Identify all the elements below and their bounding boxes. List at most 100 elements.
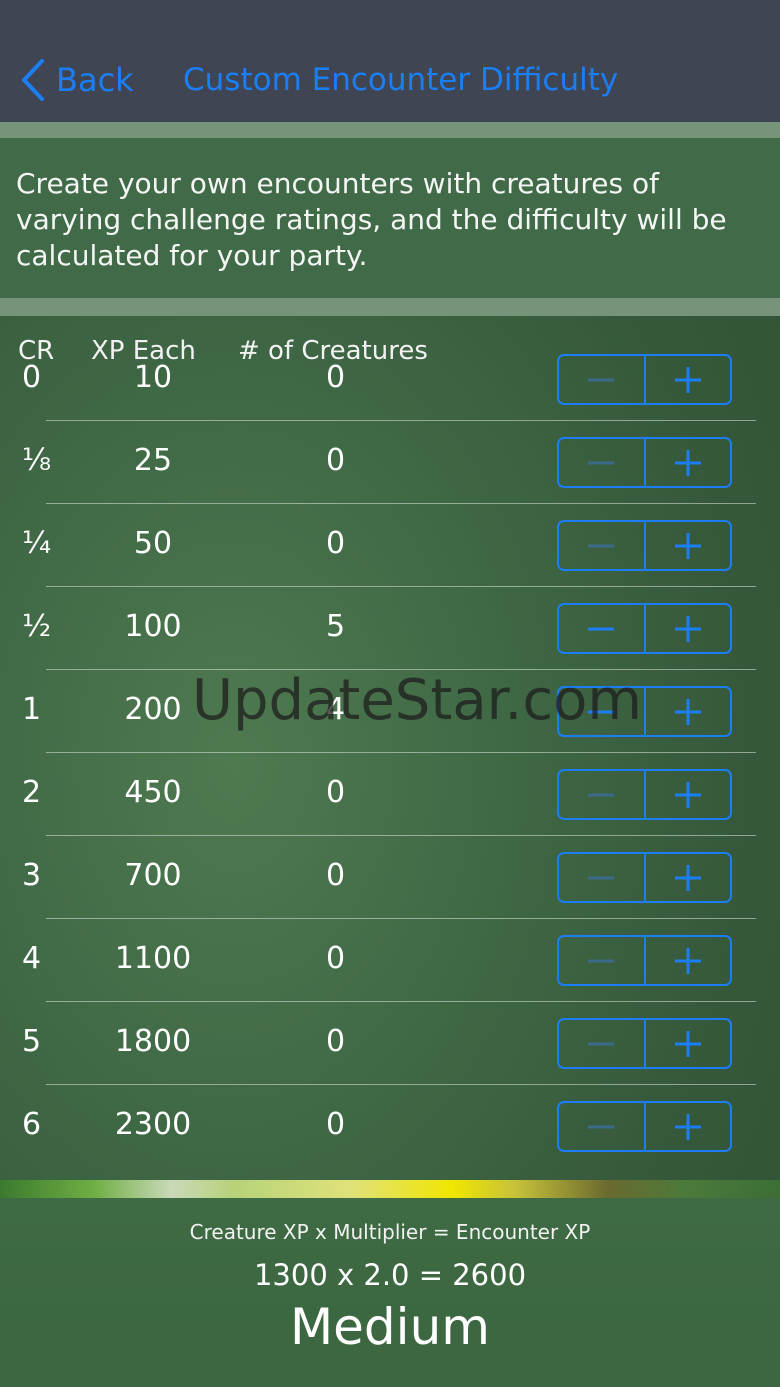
plus-icon [674,1113,701,1140]
cr-value: 6 [22,1107,42,1142]
plus-icon [674,781,701,808]
page-title: Custom Encounter Difficulty [183,62,619,98]
increment-button[interactable] [646,605,731,652]
count-stepper[interactable] [557,1018,732,1069]
minus-icon [588,876,615,879]
decrement-button[interactable] [559,937,646,984]
cr-value: 4 [22,941,42,976]
minus-icon [588,710,615,713]
minus-icon [588,793,615,796]
creature-count: 0 [326,443,346,478]
creature-list[interactable]: CR XP Each # of Creatures 0 10 0 ⅛ 25 0 ¼ 50 0 ½ 1… [0,316,780,1164]
back-button[interactable]: Back [20,55,134,105]
xp-value: 1100 [114,941,192,976]
plus-icon [674,698,701,725]
creature-count: 0 [326,360,346,395]
xp-value: 700 [124,858,182,893]
chevron-left-icon [22,59,44,101]
cr-value: ½ [22,609,52,644]
increment-button[interactable] [646,854,731,901]
increment-button[interactable] [646,522,731,569]
count-stepper[interactable] [557,520,732,571]
xp-value: 450 [124,775,182,810]
count-stepper[interactable] [557,935,732,986]
table-row: ½ 100 5 [0,587,780,670]
table-row: ¼ 50 0 [0,504,780,587]
decrement-button[interactable] [559,688,646,735]
creature-count: 4 [326,692,346,727]
plus-icon [674,615,701,642]
plus-icon [674,864,701,891]
count-stepper[interactable] [557,354,732,405]
minus-icon [588,1042,615,1045]
divider [0,298,780,316]
count-stepper[interactable] [557,1101,732,1152]
decrement-button[interactable] [559,439,646,486]
decrement-button[interactable] [559,1020,646,1067]
plus-icon [674,366,701,393]
formula-label: Creature XP x Multiplier = Encounter XP [189,1220,591,1244]
minus-icon [588,1125,615,1128]
table-row: 6 2300 0 [0,1085,780,1164]
minus-icon [588,959,615,962]
creature-count: 0 [326,775,346,810]
count-stepper[interactable] [557,437,732,488]
increment-button[interactable] [646,1020,731,1067]
xp-value: 1800 [114,1024,192,1059]
decrement-button[interactable] [559,1103,646,1150]
creature-count: 5 [326,609,346,644]
table-row: 0 10 0 [0,338,780,421]
decrement-button[interactable] [559,605,646,652]
xp-value: 100 [124,609,182,644]
minus-icon [588,544,615,547]
table-row: 5 1800 0 [0,1002,780,1085]
plus-icon [674,947,701,974]
cr-value: ⅛ [22,443,52,478]
table-row: 1 200 4 [0,670,780,753]
back-label: Back [56,61,134,99]
xp-value: 50 [133,526,173,561]
xp-calculation: 1300 x 2.0 = 2600 [253,1258,527,1292]
xp-value: 200 [124,692,182,727]
minus-icon [588,378,615,381]
increment-button[interactable] [646,937,731,984]
background-strip [0,1180,780,1200]
plus-icon [674,532,701,559]
intro-text: Create your own encounters with creature… [16,167,727,272]
count-stepper[interactable] [557,852,732,903]
table-row: 4 1100 0 [0,919,780,1002]
xp-value: 2300 [114,1107,192,1142]
increment-button[interactable] [646,439,731,486]
count-stepper[interactable] [557,603,732,654]
minus-icon [588,627,615,630]
decrement-button[interactable] [559,854,646,901]
table-row: ⅛ 25 0 [0,421,780,504]
creature-count: 0 [326,526,346,561]
creature-count: 0 [326,1024,346,1059]
cr-value: ¼ [22,526,52,561]
plus-icon [674,449,701,476]
count-stepper[interactable] [557,769,732,820]
increment-button[interactable] [646,688,731,735]
cr-value: 5 [22,1024,42,1059]
increment-button[interactable] [646,1103,731,1150]
creature-count: 0 [326,1107,346,1142]
navigation-bar: Back Custom Encounter Difficulty [0,0,780,122]
decrement-button[interactable] [559,522,646,569]
increment-button[interactable] [646,771,731,818]
table-row: 2 450 0 [0,753,780,836]
decrement-button[interactable] [559,771,646,818]
increment-button[interactable] [646,356,731,403]
creature-count: 0 [326,941,346,976]
count-stepper[interactable] [557,686,732,737]
cr-value: 1 [22,692,42,727]
intro-panel: Create your own encounters with creature… [0,138,780,298]
summary-footer: Creature XP x Multiplier = Encounter XP … [0,1198,780,1387]
decrement-button[interactable] [559,356,646,403]
plus-icon [674,1030,701,1057]
cr-value: 3 [22,858,42,893]
divider [0,122,780,138]
xp-value: 10 [133,360,173,395]
minus-icon [588,461,615,464]
difficulty-rating: Medium [290,1298,490,1356]
